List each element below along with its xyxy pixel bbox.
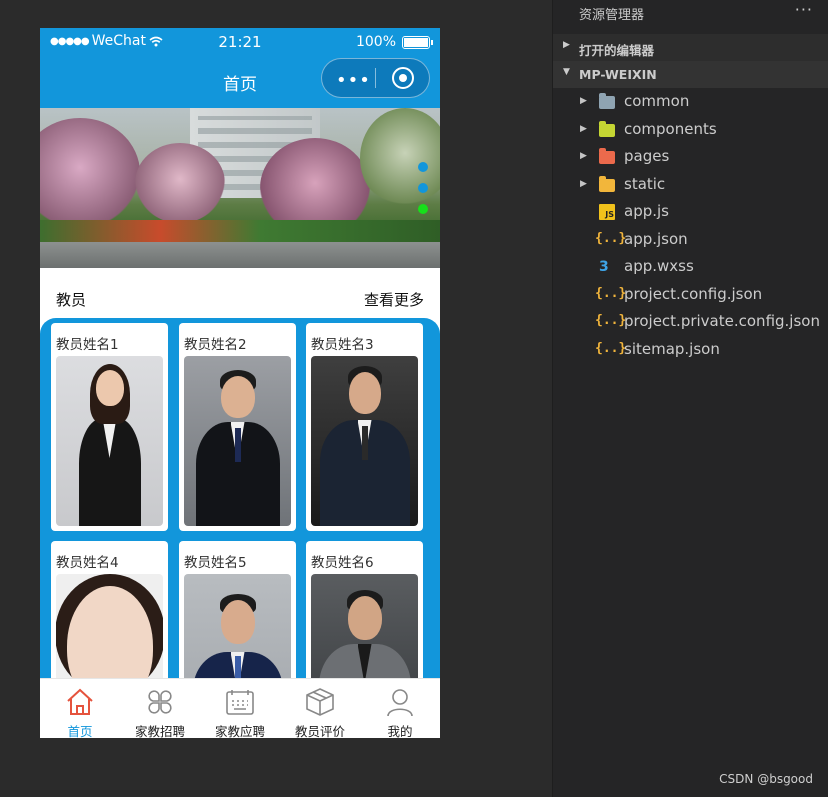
watermark: CSDN @bsgood (719, 772, 813, 786)
battery-percent: 100% (355, 34, 396, 50)
css-file-icon: 3 (599, 259, 609, 275)
json-file-icon: {..} (595, 341, 627, 356)
folder-item[interactable]: ▶ static (553, 172, 828, 199)
section-title: 教员 (56, 291, 87, 309)
file-item[interactable]: {..} app.json (553, 227, 828, 254)
teacher-card[interactable]: 教员姓名2 (179, 323, 296, 531)
chevron-right-icon: ▶ (580, 151, 587, 161)
section-label: 打开的编辑器 (579, 43, 655, 58)
js-file-icon: JS (599, 204, 615, 220)
file-name: project.private.config.json (624, 312, 820, 330)
section-label: MP-WEIXIN (579, 67, 657, 82)
banner-hedge (40, 220, 440, 242)
json-file-icon: {..} (595, 286, 627, 301)
user-icon (387, 689, 413, 717)
tab-bar: 首页 家教招聘 家教应聘 教员评价 我的 (40, 678, 440, 738)
tab-label: 教员评价 (294, 724, 345, 738)
simulator-phone: ●●●●● WeChat 21:21 100% 首页 ••• 教员 查看更多 教… (40, 28, 440, 738)
close-record-icon[interactable] (392, 67, 414, 89)
teacher-name: 教员姓名3 (311, 337, 374, 353)
tab-label: 家教应聘 (214, 724, 265, 738)
open-editors-section[interactable]: ▶ 打开的编辑器 (553, 34, 828, 61)
folder-item[interactable]: ▶ components (553, 117, 828, 144)
cube-icon (306, 688, 334, 716)
explorer-title: 资源管理器 (579, 8, 645, 23)
keyboard-icon (226, 690, 254, 715)
chevron-right-icon: ▶ (580, 179, 587, 189)
folder-icon (599, 93, 615, 109)
project-root-section[interactable]: ▼ MP-WEIXIN (553, 61, 828, 88)
teacher-photo (184, 356, 291, 526)
swiper-dot[interactable] (418, 162, 428, 172)
status-bar: ●●●●● WeChat 21:21 100% (40, 28, 440, 56)
teacher-name: 教员姓名4 (56, 555, 119, 571)
file-item[interactable]: 3 app.wxss (553, 254, 828, 281)
folder-item[interactable]: ▶ common (553, 89, 828, 116)
banner-swiper[interactable] (40, 108, 440, 268)
explorer-panel: 资源管理器 ··· ▶ 打开的编辑器 ▼ MP-WEIXIN ▶ common … (552, 0, 828, 797)
folder-name: static (624, 175, 666, 193)
folder-name: components (624, 120, 717, 138)
battery-icon (402, 35, 433, 49)
file-item[interactable]: {..} project.private.config.json (553, 309, 828, 336)
home-icon (67, 688, 93, 715)
file-name: app.json (624, 230, 688, 248)
swiper-dot-active[interactable] (418, 204, 428, 214)
tab-teacher-review[interactable]: 教员评价 (280, 679, 360, 738)
static-folder-icon (599, 176, 615, 192)
folder-name: common (624, 92, 690, 110)
tab-tutor-apply[interactable]: 家教应聘 (200, 679, 280, 738)
file-item[interactable]: JS app.js (553, 199, 828, 226)
file-name: project.config.json (624, 285, 763, 303)
tab-label: 我的 (387, 724, 413, 738)
file-name: app.js (624, 202, 669, 220)
file-name: sitemap.json (624, 340, 720, 358)
teacher-card[interactable]: 教员姓名3 (306, 323, 423, 531)
teacher-photo (56, 356, 163, 526)
clover-icon (148, 690, 172, 714)
teacher-photo (311, 356, 418, 526)
chevron-right-icon: ▶ (580, 124, 587, 134)
banner-tree (360, 108, 440, 208)
swiper-indicator (418, 162, 428, 214)
teacher-name: 教员姓名1 (56, 337, 119, 353)
more-actions-icon[interactable]: ··· (795, 0, 813, 19)
file-item[interactable]: {..} sitemap.json (553, 337, 828, 364)
teacher-name: 教员姓名2 (184, 337, 247, 353)
banner-tree (40, 118, 140, 228)
folder-name: pages (624, 147, 670, 165)
banner-tree (135, 143, 225, 223)
file-name: app.wxss (624, 257, 694, 275)
teacher-grid: 教员姓名1 教员姓名2 教员姓名3 教员姓名4 教员姓名5 教员姓名6 (40, 318, 440, 738)
section-header: 教员 查看更多 (40, 268, 440, 318)
capsule-divider (375, 68, 376, 88)
teacher-card[interactable]: 教员姓名1 (51, 323, 168, 531)
nav-bar: 首页 ••• (40, 56, 440, 108)
status-right: 100% (355, 34, 433, 50)
see-more-link[interactable]: 查看更多 (364, 289, 424, 310)
chevron-down-icon: ▼ (563, 67, 570, 77)
tab-home[interactable]: 首页 (40, 679, 120, 738)
chevron-right-icon: ▶ (580, 96, 587, 106)
pages-folder-icon (599, 148, 615, 164)
tab-tutor-recruit[interactable]: 家教招聘 (120, 679, 200, 738)
teacher-name: 教员姓名5 (184, 555, 247, 571)
menu-capsule[interactable]: ••• (321, 58, 430, 98)
folder-item[interactable]: ▶ pages (553, 144, 828, 171)
json-file-icon: {..} (595, 231, 627, 246)
swiper-dot[interactable] (418, 183, 428, 193)
more-icon[interactable]: ••• (336, 70, 371, 91)
file-item[interactable]: {..} project.config.json (553, 282, 828, 309)
tab-mine[interactable]: 我的 (360, 679, 440, 738)
chevron-right-icon: ▶ (563, 40, 570, 50)
banner-road (40, 242, 440, 268)
teacher-name: 教员姓名6 (311, 555, 374, 571)
components-folder-icon (599, 121, 615, 137)
tab-label: 首页 (67, 724, 93, 738)
json-file-icon: {..} (595, 313, 627, 328)
tab-label: 家教招聘 (134, 724, 185, 738)
